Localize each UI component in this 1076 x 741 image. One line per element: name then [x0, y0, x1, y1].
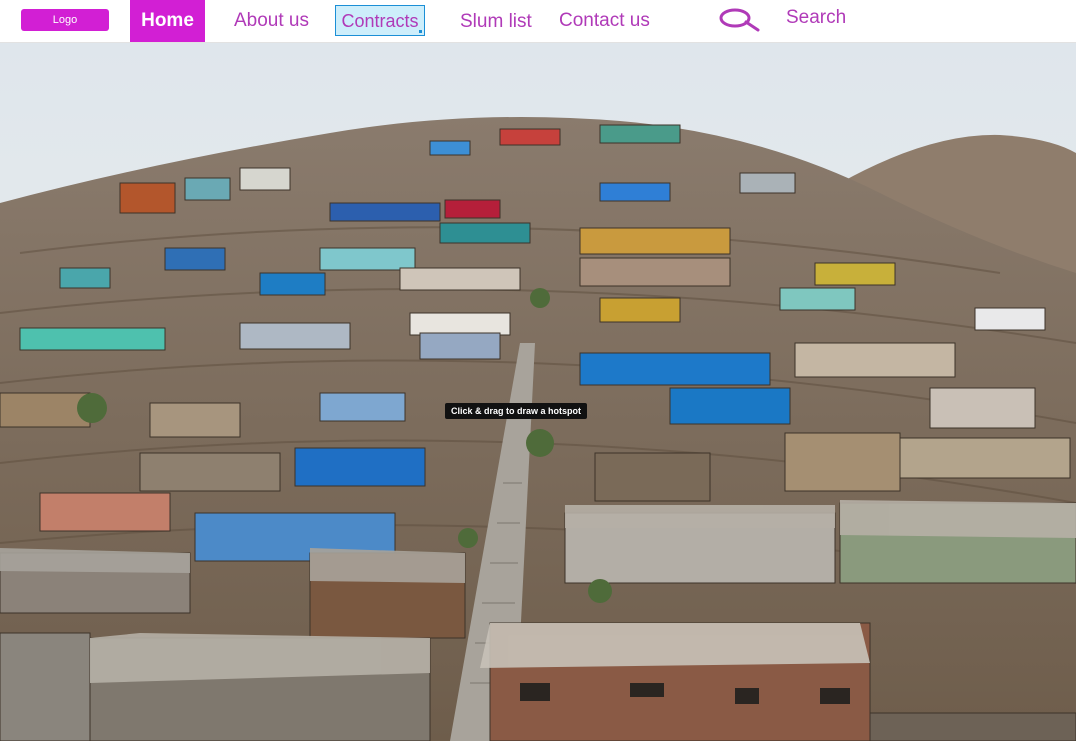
nav-contact-link[interactable]: Contact us [559, 10, 650, 32]
search-field[interactable]: Search [786, 7, 846, 29]
logo[interactable]: Logo [21, 9, 109, 31]
resize-handle[interactable] [419, 30, 422, 33]
hotspot-hint-tooltip: Click & drag to draw a hotspot [445, 403, 588, 419]
nav-slum-list-link[interactable]: Slum list [460, 11, 532, 33]
top-navigation-bar: Logo Home About us Contracts Slum list C… [0, 0, 1076, 43]
nav-contracts-link[interactable]: Contracts [335, 5, 425, 36]
nav-about-link[interactable]: About us [234, 10, 309, 32]
nav-home-link[interactable]: Home [130, 0, 205, 42]
nav-contracts-label: Contracts [341, 11, 419, 31]
hero-image[interactable] [0, 43, 1076, 741]
search-icon[interactable] [718, 6, 760, 34]
